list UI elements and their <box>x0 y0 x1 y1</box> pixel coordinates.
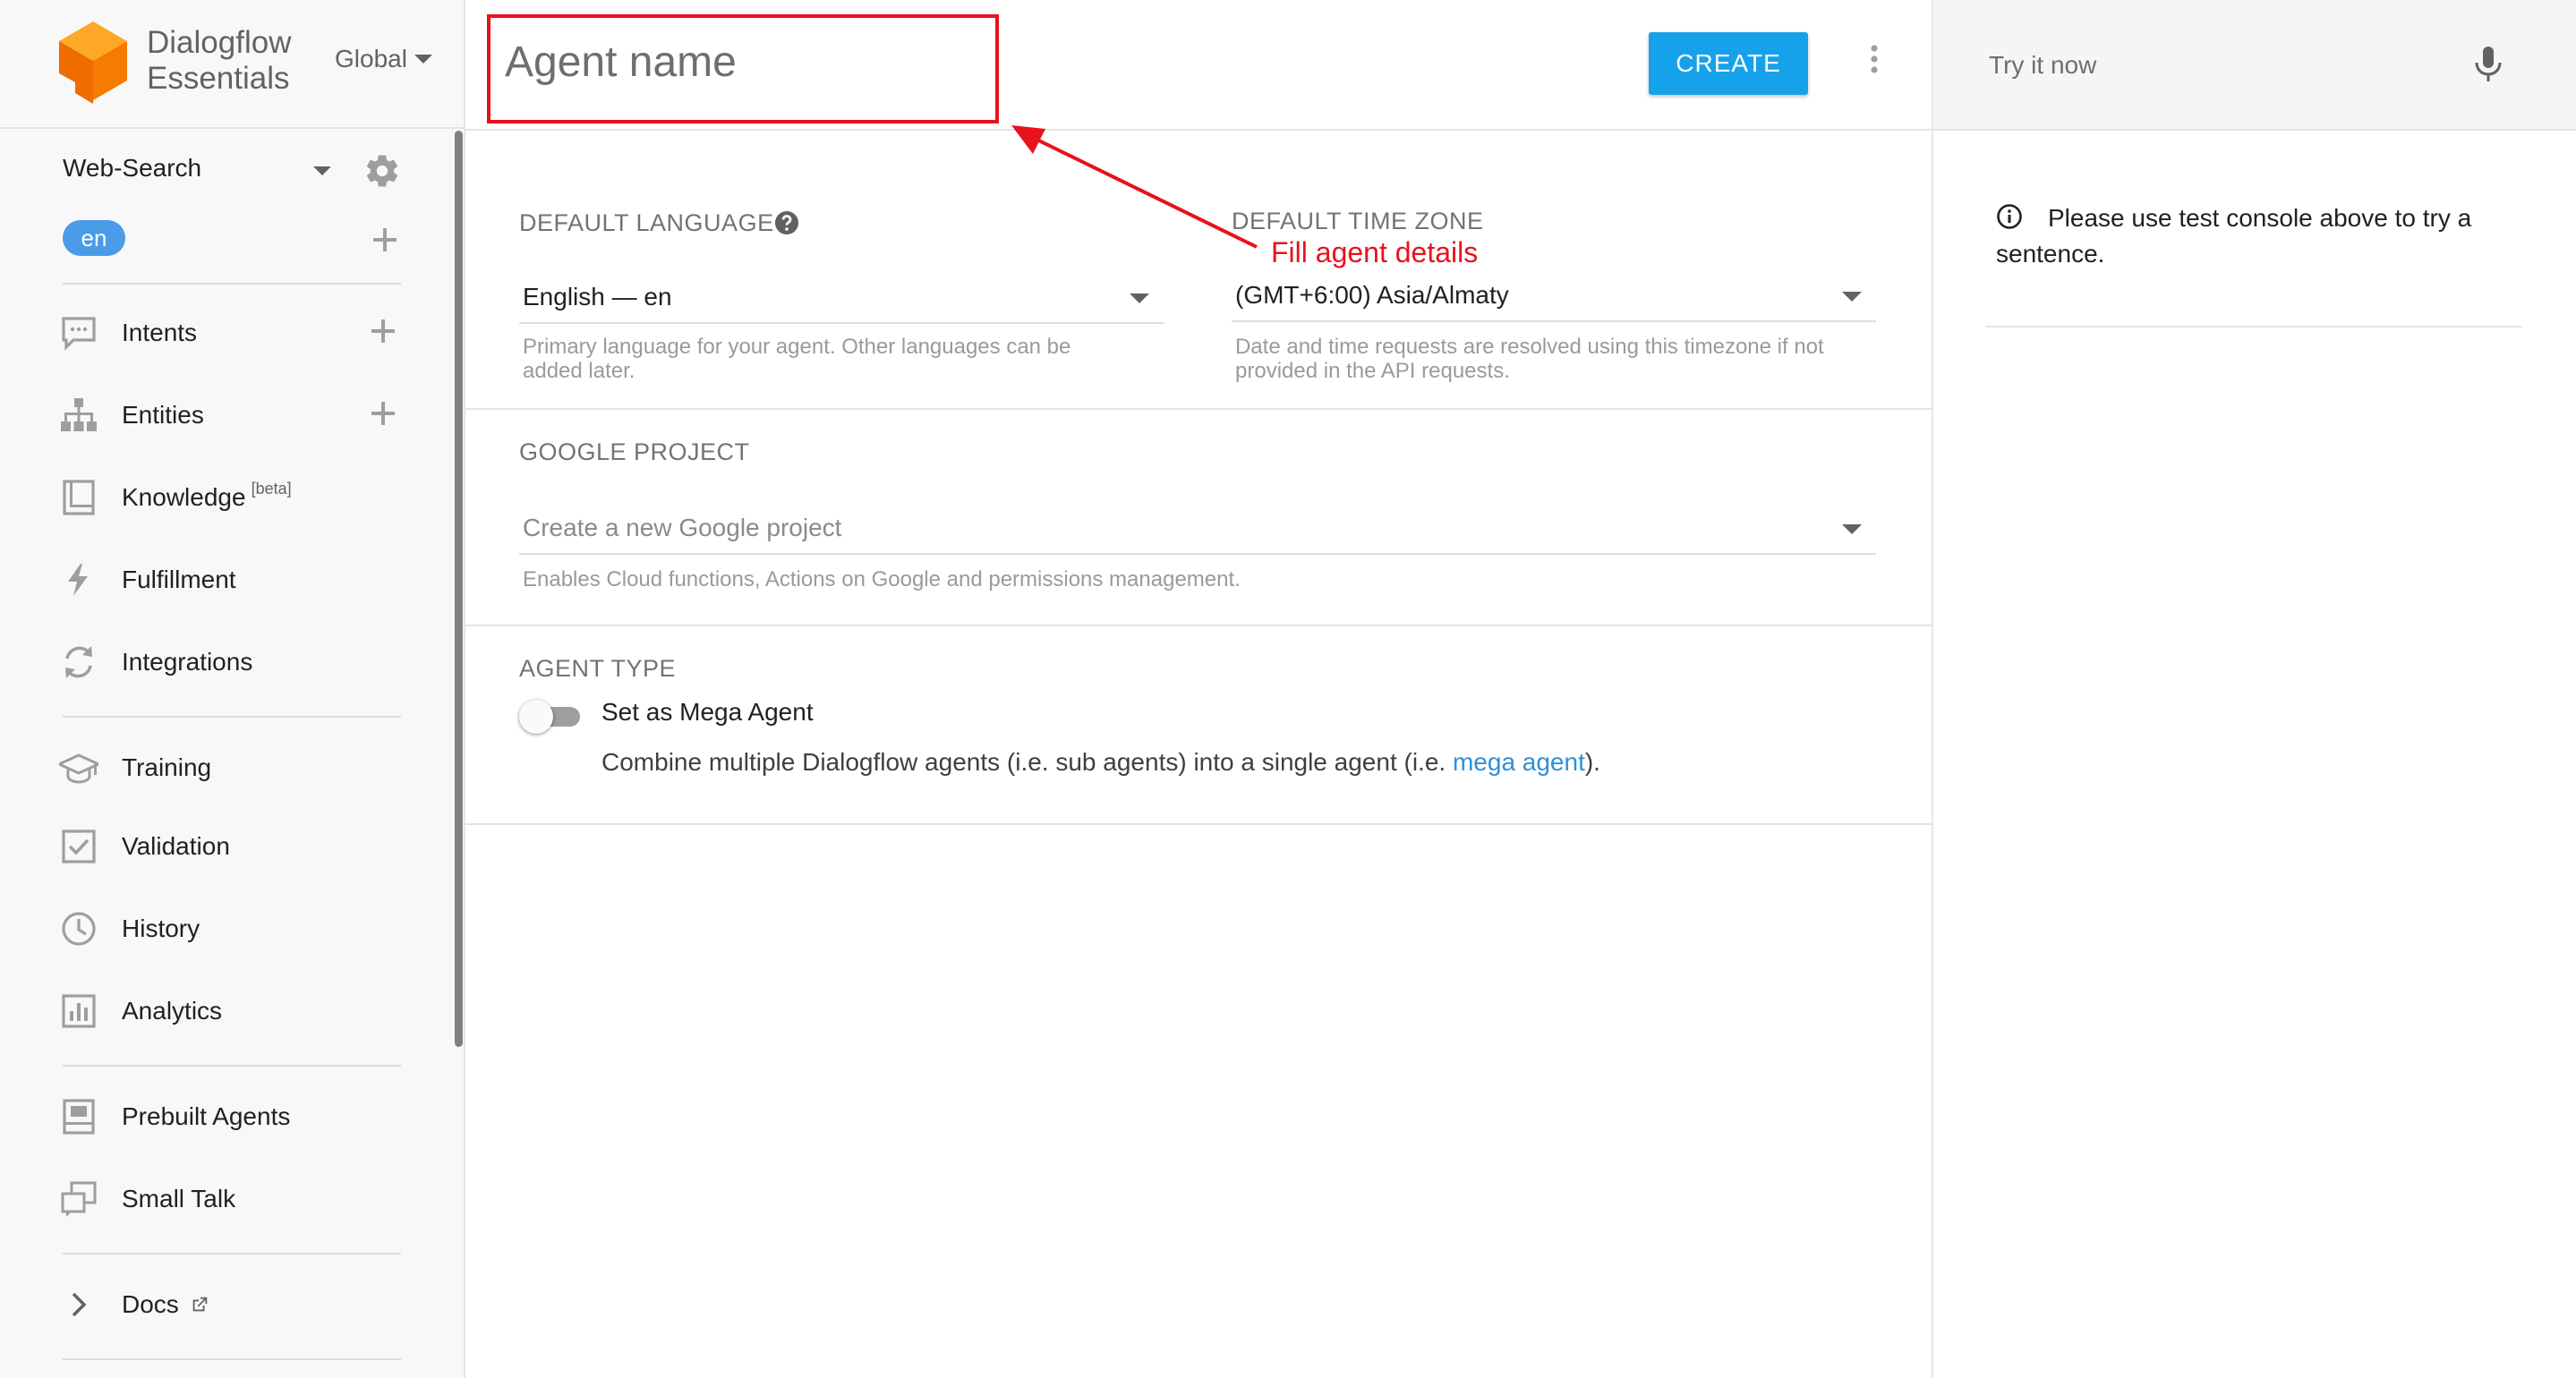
sidebar-divider <box>63 1358 401 1360</box>
google-project-select[interactable]: Create a new Google project <box>519 501 1876 555</box>
clock-icon <box>62 912 96 946</box>
mega-agent-desc-text: Combine multiple Dialogflow agents (i.e.… <box>601 748 1453 776</box>
add-intent-plus-icon[interactable] <box>369 317 397 345</box>
microphone-icon[interactable] <box>2463 39 2513 89</box>
info-divider <box>1985 326 2522 327</box>
agent-form-panel: CREATE DEFAULT LANGUAGE English — en Pri… <box>465 0 1932 1378</box>
book-icon <box>63 1099 95 1135</box>
external-link-icon <box>192 1297 207 1312</box>
hierarchy-icon <box>61 398 97 431</box>
add-entity-plus-icon[interactable] <box>369 399 397 428</box>
sidebar-item-training[interactable]: Training <box>59 743 417 793</box>
sidebar-item-label: Prebuilt Agents <box>122 1102 291 1130</box>
annotation-arrow <box>1011 125 1258 249</box>
brand-line-2: Essentials <box>147 61 290 96</box>
sidebar-item-label: History <box>122 914 200 942</box>
knowledge-label: Knowledge <box>122 483 246 511</box>
mega-agent-link[interactable]: mega agent <box>1453 748 1585 776</box>
docs-label: Docs <box>122 1290 179 1318</box>
sidebar-item-label: Training <box>122 753 212 781</box>
sidebar-item-label: Docs <box>122 1290 209 1319</box>
add-language-plus-icon[interactable] <box>371 225 399 254</box>
sidebar-item-docs[interactable]: Docs <box>59 1280 417 1330</box>
sidebar-divider <box>63 283 401 285</box>
sidebar-item-small-talk[interactable]: Small Talk <box>59 1174 417 1224</box>
sidebar-item-label: Entities <box>122 401 204 429</box>
google-project-hint: Enables Cloud functions, Actions on Goog… <box>523 567 1241 591</box>
logo-row: Dialogflow Essentials Global <box>0 0 465 129</box>
region-label: Global <box>335 45 407 72</box>
sidebar-scrollbar[interactable] <box>455 131 463 1047</box>
section-divider <box>465 408 1932 410</box>
info-icon <box>1997 204 2022 229</box>
sidebar-item-label: Small Talk <box>122 1185 236 1212</box>
sidebar-item-intents[interactable]: Intents <box>59 308 417 358</box>
mega-agent-description: Combine multiple Dialogflow agents (i.e.… <box>601 748 1600 777</box>
mega-agent-toggle[interactable] <box>519 698 584 734</box>
beta-badge: [beta] <box>251 480 292 498</box>
sync-icon <box>65 646 92 678</box>
info-message: Please use test console above to try a s… <box>1996 200 2524 272</box>
test-console-panel: Please use test console above to try a s… <box>1932 0 2576 1378</box>
sidebar: Dialogflow Essentials Global Web-Search … <box>0 0 465 1378</box>
agent-selector-label: Web-Search <box>63 154 202 182</box>
sidebar-item-label: Intents <box>122 319 198 346</box>
sidebar-item-prebuilt-agents[interactable]: Prebuilt Agents <box>59 1092 417 1142</box>
bar-chart-icon <box>62 994 96 1028</box>
toggle-thumb <box>519 700 553 734</box>
dropdown-arrow-icon <box>1842 524 1862 534</box>
section-divider <box>465 625 1932 626</box>
agent-type-label: AGENT TYPE <box>519 655 677 682</box>
chevron-down-icon <box>313 166 331 175</box>
google-project-placeholder: Create a new Google project <box>523 514 842 541</box>
language-chip[interactable]: en <box>63 220 125 256</box>
gear-icon[interactable] <box>363 152 401 190</box>
sidebar-item-label: Analytics <box>122 997 223 1025</box>
chat-windows-icon <box>61 1181 97 1217</box>
info-message-text: Please use test console above to try a s… <box>1996 204 2472 268</box>
chat-bubble-icon <box>62 317 96 351</box>
chevron-right-icon <box>72 1292 87 1317</box>
sidebar-item-label: Knowledge [beta] <box>122 480 292 512</box>
sidebar-item-knowledge[interactable]: Knowledge [beta] <box>59 472 417 523</box>
brand-line-1: Dialogflow <box>147 25 292 60</box>
book-icon <box>63 480 95 515</box>
agent-selector[interactable]: Web-Search <box>63 152 403 188</box>
sidebar-item-label: Integrations <box>122 648 253 676</box>
mega-agent-label: Set as Mega Agent <box>601 698 814 726</box>
try-it-now-bar <box>1933 0 2576 131</box>
annotation-text: Fill agent details <box>1271 236 1479 268</box>
sidebar-item-analytics[interactable]: Analytics <box>59 986 417 1036</box>
try-it-now-input[interactable] <box>1987 43 2452 88</box>
sidebar-item-integrations[interactable]: Integrations <box>59 637 417 687</box>
section-divider <box>465 823 1932 825</box>
mega-agent-desc-end: ). <box>1584 748 1600 776</box>
sidebar-item-entities[interactable]: Entities <box>59 390 417 440</box>
chevron-down-icon <box>414 55 432 64</box>
region-selector[interactable]: Global <box>335 45 432 73</box>
dialogflow-logo-icon <box>59 21 127 104</box>
sidebar-divider <box>63 716 401 718</box>
sidebar-item-history[interactable]: History <box>59 904 417 954</box>
sidebar-item-validation[interactable]: Validation <box>59 821 417 872</box>
sidebar-item-label: Fulfillment <box>122 566 236 593</box>
checkbox-icon <box>62 829 96 863</box>
google-project-label: GOOGLE PROJECT <box>519 438 750 465</box>
lightning-icon <box>68 564 88 596</box>
sidebar-item-fulfillment[interactable]: Fulfillment <box>59 555 417 605</box>
sidebar-item-label: Validation <box>122 832 230 860</box>
sidebar-divider <box>63 1065 401 1067</box>
sidebar-divider <box>63 1253 401 1255</box>
graduation-cap-icon <box>59 753 98 784</box>
brand-name: Dialogflow Essentials <box>147 25 291 97</box>
